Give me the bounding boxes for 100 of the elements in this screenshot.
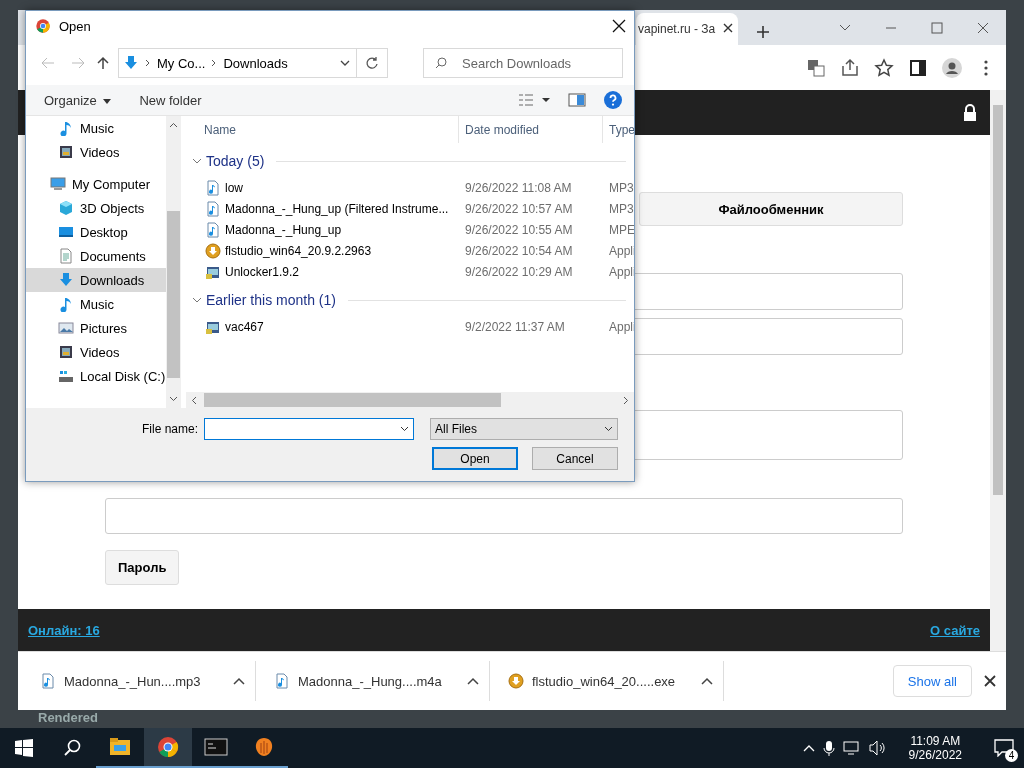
- scroll-up-icon[interactable]: [169, 122, 178, 128]
- caret-icon[interactable]: [701, 677, 713, 685]
- chevron-icon: [145, 59, 151, 67]
- scroll-down-icon[interactable]: [169, 396, 178, 402]
- input-field[interactable]: [105, 498, 903, 534]
- column-header[interactable]: Date modified: [459, 116, 603, 143]
- type-cell-text: MP3: [608, 201, 634, 216]
- download-item[interactable]: flstudio_win64_20.....exe: [498, 661, 724, 701]
- dialog-title: Open: [59, 18, 91, 34]
- new-tab-icon[interactable]: [756, 25, 770, 39]
- installer-icon: [205, 242, 221, 259]
- date-cell-text: 9/26/2022 11:08 AM: [464, 180, 573, 195]
- dropdown-icon[interactable]: [340, 60, 350, 66]
- new-folder-button[interactable]: New folder: [139, 90, 202, 110]
- breadcrumb-item[interactable]: Downloads: [223, 55, 288, 71]
- file-row[interactable]: flstudio_win64_20.9.2.2963 9/26/2022 10:54 AM Appli: [186, 240, 634, 261]
- volume-icon[interactable]: [868, 740, 887, 756]
- profile-icon[interactable]: [942, 57, 962, 78]
- time-text: 11:09 AM: [910, 734, 961, 748]
- audio-file-icon: [40, 673, 56, 689]
- file-name-field[interactable]: [204, 418, 414, 440]
- browser-tab[interactable]: vapinet.ru - За: [636, 13, 738, 45]
- close-icon[interactable]: [984, 675, 996, 687]
- status-text: Rendered: [38, 710, 98, 725]
- close-icon[interactable]: [723, 22, 734, 33]
- organize-menu[interactable]: Organize: [44, 90, 112, 110]
- preview-pane-icon[interactable]: [568, 93, 586, 107]
- download-item[interactable]: Madonna_-_Hung....m4a: [264, 661, 490, 701]
- group-header[interactable]: Earlier this month (1): [206, 292, 336, 308]
- file-name: Madonna_-_Hung_up (Filtered Instrume...: [225, 201, 449, 216]
- file-name: low: [225, 180, 243, 195]
- nav-item[interactable]: Videos: [26, 340, 166, 364]
- file-row[interactable]: Unlocker1.9.2 9/26/2022 10:29 AM Appli: [186, 261, 634, 282]
- download-arrow-icon: [58, 272, 74, 288]
- clock[interactable]: 11:09 AM 9/26/2022: [894, 734, 976, 762]
- file-row[interactable]: Madonna_-_Hung_up (Filtered Instrume... 9/26/2022 10:57 AM MP3: [186, 198, 634, 219]
- file-name: flstudio_win64_20.9.2.2963: [225, 243, 372, 258]
- scrollbar[interactable]: [990, 90, 1006, 651]
- translate-icon[interactable]: [806, 57, 826, 78]
- file-name-label: File name:: [141, 422, 198, 436]
- cancel-button[interactable]: Cancel: [532, 447, 618, 470]
- nav-item[interactable]: Desktop: [26, 220, 166, 244]
- date-cell-text: 9/26/2022 10:54 AM: [464, 243, 574, 258]
- microphone-icon[interactable]: [822, 740, 835, 756]
- chevron-icon: [211, 59, 218, 67]
- file-row[interactable]: Madonna_-_Hung_up 9/26/2022 10:55 AM MPE: [186, 219, 634, 240]
- column-header[interactable]: Type: [603, 116, 634, 143]
- chevron-icon[interactable]: [802, 744, 815, 752]
- search-field[interactable]: Search Downloads: [423, 48, 623, 78]
- file-row[interactable]: low 9/26/2022 11:08 AM MP3: [186, 177, 634, 198]
- scroll-left-icon[interactable]: [191, 395, 197, 405]
- nav-item[interactable]: My Computer: [26, 172, 166, 196]
- help-icon[interactable]: [604, 91, 622, 109]
- notification-count: 4: [1005, 749, 1018, 762]
- nav-item[interactable]: Downloads: [26, 268, 166, 292]
- dropdown-icon[interactable]: [400, 426, 409, 432]
- open-button[interactable]: Open: [432, 447, 518, 470]
- group-header[interactable]: Today (5): [206, 153, 265, 169]
- scrollbar[interactable]: [186, 392, 634, 408]
- password-button[interactable]: Пароль: [105, 550, 180, 585]
- nav-item[interactable]: Local Disk (C:): [26, 364, 166, 388]
- nav-item[interactable]: Videos: [26, 140, 166, 164]
- file-name: vac467: [225, 319, 264, 334]
- nav-item[interactable]: Music: [26, 116, 166, 140]
- view-options-icon[interactable]: [518, 93, 550, 107]
- file-row[interactable]: vac467 9/2/2022 11:37 AM Appli: [186, 316, 634, 337]
- online-link[interactable]: Онлайн: 16: [28, 622, 100, 638]
- caret-icon: [103, 98, 112, 104]
- show-all-button[interactable]: Show all: [892, 665, 972, 697]
- nav-item[interactable]: Music: [26, 292, 166, 316]
- file-type-dropdown[interactable]: All Files: [430, 418, 618, 440]
- nav-item[interactable]: Documents: [26, 244, 166, 268]
- installer-icon: [508, 673, 524, 689]
- type-cell-text: MPE: [608, 222, 634, 237]
- file-name: Unlocker1.9.2: [225, 264, 300, 279]
- download-item[interactable]: Madonna_-_Hun....mp3: [30, 661, 256, 701]
- sidebar-icon[interactable]: [908, 57, 928, 78]
- close-icon[interactable]: [612, 19, 626, 33]
- up-icon[interactable]: [96, 56, 110, 70]
- star-icon[interactable]: [874, 57, 894, 78]
- share-icon[interactable]: [840, 57, 860, 78]
- search-icon: [435, 57, 447, 69]
- browser-icon: [156, 735, 180, 759]
- notification-icon[interactable]: [994, 739, 1014, 757]
- taskbar-app[interactable]: [144, 728, 192, 768]
- nav-item[interactable]: 3D Objects: [26, 196, 166, 220]
- nav-item[interactable]: Pictures: [26, 316, 166, 340]
- network-icon[interactable]: [842, 740, 861, 756]
- refresh-icon[interactable]: [365, 56, 379, 70]
- breadcrumb-item[interactable]: My Co...: [157, 55, 206, 71]
- caret-icon[interactable]: [233, 677, 245, 685]
- tab-button[interactable]: Файлообменник: [639, 192, 903, 226]
- column-header[interactable]: Name: [186, 116, 459, 143]
- caret-icon[interactable]: [467, 677, 479, 685]
- about-link[interactable]: О сайте: [930, 622, 980, 638]
- scroll-right-icon[interactable]: [623, 395, 629, 405]
- dropdown-icon: [604, 426, 613, 432]
- lock-icon[interactable]: [962, 103, 978, 122]
- address-bar[interactable]: My Co... Downloads: [118, 48, 388, 78]
- scrollbar[interactable]: [166, 116, 181, 408]
